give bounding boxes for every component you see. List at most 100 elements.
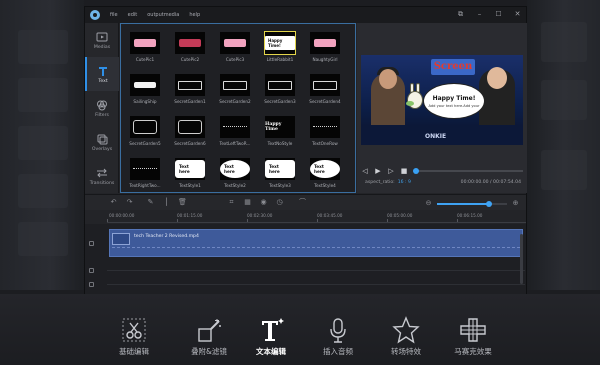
- feature-label: 马赛克效果: [454, 347, 492, 356]
- tile-preview-text: Text here: [220, 160, 250, 178]
- maximize-icon[interactable]: ☐: [494, 10, 503, 19]
- redo-icon[interactable]: ↷: [125, 198, 134, 207]
- banner-graphic: [178, 80, 202, 90]
- split-icon[interactable]: ⎮: [162, 198, 171, 207]
- text-tile-secretgarden5[interactable]: SecretGarden5: [125, 116, 165, 146]
- video-clip[interactable]: tech Teacher 2 Revised.mp4: [109, 229, 523, 257]
- video-track-controls[interactable]: [89, 237, 107, 249]
- tile-preview-text: Text here: [310, 160, 340, 178]
- speed-icon[interactable]: ◷: [275, 198, 284, 207]
- text-tile-textstyle3[interactable]: Text here TextStyle3: [260, 158, 300, 188]
- background-blur-left: [0, 0, 84, 290]
- text-tile-secretgarden3[interactable]: SecretGarden3: [260, 74, 300, 104]
- tab-transitions[interactable]: Transitions: [85, 159, 119, 193]
- editor-window: file edit outputmedia help ⧉ – ☐ ✕ Media…: [84, 6, 527, 294]
- rabbit-sticker-icon: [405, 83, 425, 111]
- text-tile-textstyle2[interactable]: Text here TextStyle2: [215, 158, 255, 188]
- feature-basic-edit[interactable]: 基础编辑: [99, 316, 169, 357]
- step-back-icon[interactable]: ◁: [361, 167, 369, 175]
- ribbon-graphic: [134, 39, 156, 47]
- zoom-out-icon[interactable]: ⊖: [424, 199, 433, 208]
- restore-down-icon[interactable]: ⧉: [456, 10, 465, 19]
- menu-help[interactable]: help: [189, 12, 200, 18]
- text-tile-naughtygirl[interactable]: NaughtyGirl: [305, 32, 345, 62]
- music-track-controls[interactable]: [89, 278, 107, 290]
- tile-thumbnail: [130, 32, 160, 54]
- tile-label: CutePic1: [135, 57, 155, 62]
- dots-graphic: [133, 168, 157, 170]
- tile-thumbnail: [175, 32, 205, 54]
- minimize-icon[interactable]: –: [475, 10, 484, 19]
- menu-outputmedia[interactable]: outputmedia: [147, 12, 179, 18]
- text-tile-cutepic3[interactable]: CutePic3: [215, 32, 255, 62]
- tile-label: SecretGarden5: [129, 141, 161, 146]
- tile-thumbnail: Text here: [175, 158, 205, 180]
- tab-text[interactable]: Text: [85, 57, 119, 91]
- preview-panel: Screen ONKIE Happy Time! Add your text h…: [357, 23, 527, 193]
- undo-icon[interactable]: ↶: [109, 198, 118, 207]
- color-icon[interactable]: ⌒: [298, 198, 307, 207]
- ruler-mark: 00:01:15.00: [177, 213, 203, 218]
- step-forward-icon[interactable]: ▷: [387, 167, 395, 175]
- tab-filters[interactable]: Filters: [85, 91, 119, 125]
- tile-thumbnail: [220, 32, 250, 54]
- text-tile-secretgarden1[interactable]: SecretGarden1: [170, 74, 210, 104]
- mosaic-tool-icon[interactable]: ▦: [243, 198, 252, 207]
- tile-thumbnail: Happy Time: [265, 116, 295, 138]
- media-icon: [96, 32, 108, 41]
- frame-graphic: [133, 120, 157, 134]
- microphone-icon: [330, 318, 346, 343]
- text-tile-secretgarden6[interactable]: SecretGarden6: [170, 116, 210, 146]
- text-edit-icon: [262, 318, 284, 341]
- feature-transitions[interactable]: 转场特效: [371, 316, 441, 357]
- text-tile-textstyle1[interactable]: Text here TextStyle1: [170, 158, 210, 188]
- seek-bar[interactable]: [413, 168, 523, 174]
- text-tile-secretgarden2[interactable]: SecretGarden2: [215, 74, 255, 104]
- text-tile-textonerow[interactable]: TextOneRow: [305, 116, 345, 146]
- text-track-controls[interactable]: [89, 264, 107, 276]
- zoom-slider[interactable]: [437, 200, 507, 207]
- aspect-ratio-value[interactable]: 16 : 9: [398, 180, 411, 185]
- seek-handle[interactable]: [413, 168, 419, 174]
- feature-overlay-filter[interactable]: 叠附&滤镜: [174, 316, 244, 357]
- text-tile-cutepic1[interactable]: CutePic1: [125, 32, 165, 62]
- text-tile-textlefttwo[interactable]: TextLeftTwoR...: [215, 116, 255, 146]
- feature-mosaic[interactable]: 马赛克效果: [438, 316, 508, 357]
- delete-icon[interactable]: 🗑: [178, 198, 187, 207]
- zoom-in-icon[interactable]: ⊕: [511, 199, 520, 208]
- tab-overlays[interactable]: Overlays: [85, 125, 119, 159]
- menu-edit[interactable]: edit: [128, 12, 138, 18]
- ribbon-graphic: [314, 39, 336, 47]
- stop-icon[interactable]: ■: [400, 167, 408, 175]
- ruler-mark: 00:05:00.00: [387, 213, 413, 218]
- tab-label: Text: [98, 78, 108, 84]
- video-preview[interactable]: Screen ONKIE Happy Time! Add your text h…: [361, 55, 523, 145]
- timeline-ruler[interactable]: 00:00:00.00 00:01:15.00 00:02:30.00 00:0…: [107, 211, 526, 223]
- text-tile-textstyle4[interactable]: Text here TextStyle4: [305, 158, 345, 188]
- text-tile-secretgarden4[interactable]: SecretGarden4: [305, 74, 345, 104]
- crop-icon[interactable]: ⌗: [227, 198, 236, 207]
- tile-thumbnail: [220, 116, 250, 138]
- text-tile-textnostyle[interactable]: Happy Time TextNoStyle: [260, 116, 300, 146]
- text-overlay-bubble[interactable]: Happy Time! Add your text here.Add your: [423, 83, 485, 119]
- text-tile-sailingship[interactable]: SailingShip: [125, 74, 165, 104]
- tile-label: LittleRabbit1: [266, 57, 294, 62]
- zoom-handle[interactable]: [485, 200, 492, 207]
- menu-file[interactable]: file: [110, 12, 118, 18]
- zoom-control: ⊖ ⊕: [424, 199, 520, 208]
- text-tile-littlerabbit1[interactable]: Happy Time! LittleRabbit1: [260, 31, 300, 62]
- ruler-mark: 00:00:00.00: [109, 213, 135, 218]
- freeze-icon[interactable]: ◉: [259, 198, 268, 207]
- play-icon[interactable]: ▶: [374, 167, 382, 175]
- background-ghost-item: [18, 126, 68, 160]
- tab-medias[interactable]: Medias: [85, 23, 119, 57]
- tile-thumbnail: [130, 116, 160, 138]
- feature-text-edit[interactable]: 文本编辑: [236, 316, 306, 357]
- text-tile-cutepic2[interactable]: CutePic2: [170, 32, 210, 62]
- feature-insert-audio[interactable]: 插入音频: [303, 316, 373, 357]
- text-tile-textrighttwo[interactable]: TextRightTwo...: [125, 158, 165, 188]
- timeline-scrollbar[interactable]: [520, 234, 523, 284]
- edit-icon[interactable]: ✎: [146, 198, 155, 207]
- close-icon[interactable]: ✕: [513, 10, 522, 19]
- feature-label: 文本编辑: [256, 347, 286, 356]
